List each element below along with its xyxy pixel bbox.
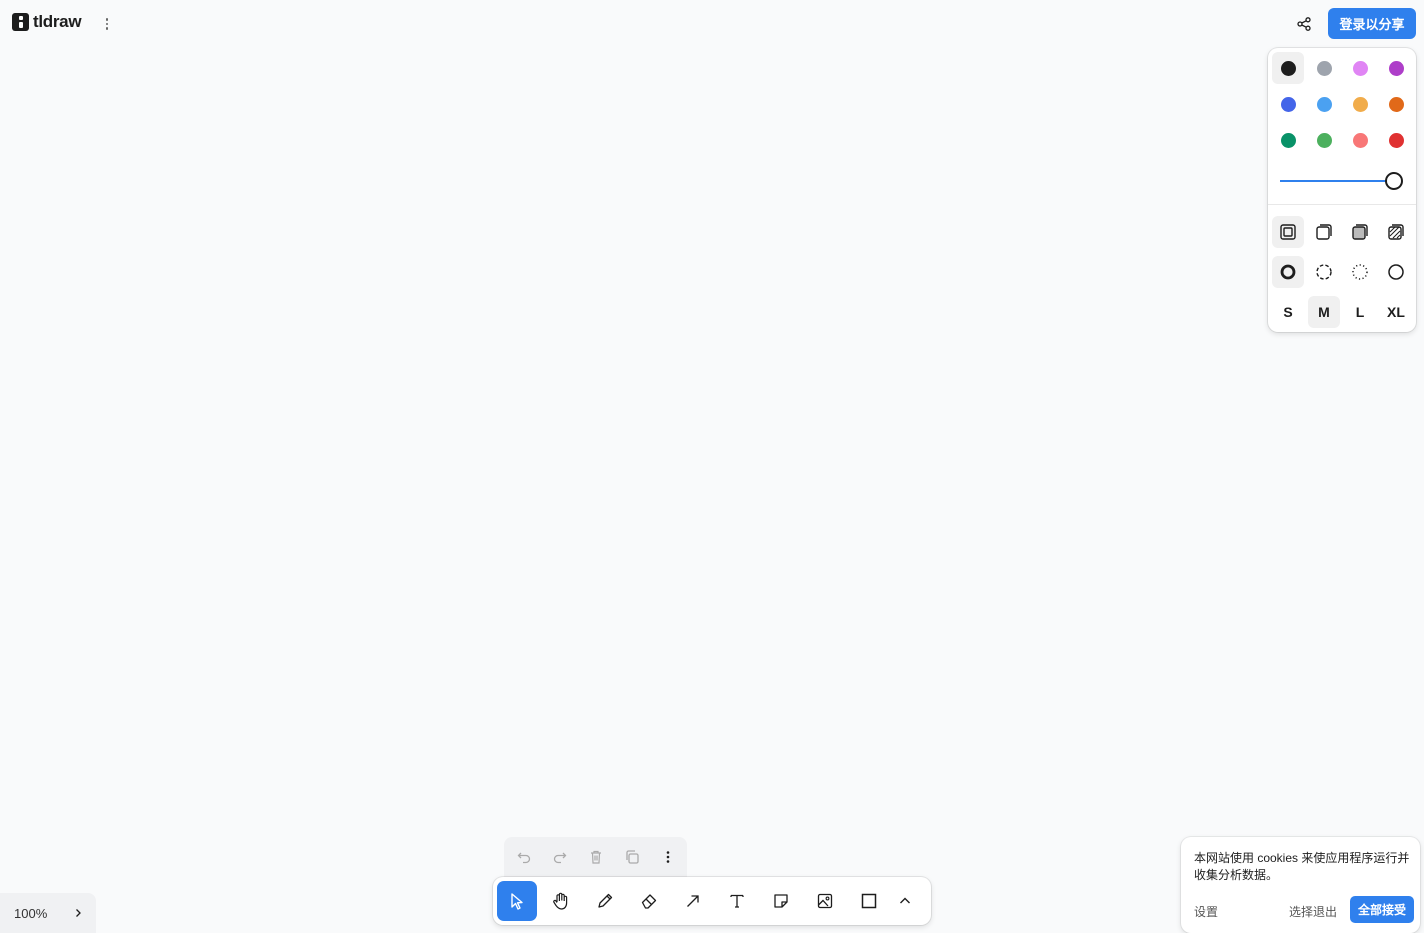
rectangle-icon (861, 893, 877, 909)
color-swatch-grey[interactable] (1308, 52, 1340, 84)
main-toolbar (493, 877, 931, 925)
opacity-slider-track[interactable] (1280, 180, 1392, 182)
color-swatch-red[interactable] (1380, 124, 1412, 156)
chevron-right-icon (76, 909, 81, 917)
color-dot (1388, 132, 1404, 148)
redo-button[interactable] (550, 847, 570, 867)
more-actions-button[interactable] (658, 847, 678, 867)
share-button[interactable] (1292, 12, 1316, 36)
color-dot (1280, 96, 1296, 112)
trash-icon (591, 850, 601, 864)
color-swatch-blue[interactable] (1272, 88, 1304, 120)
panel-divider (1268, 204, 1416, 205)
dash-draw-icon (1280, 264, 1296, 280)
color-swatch-black[interactable] (1272, 52, 1304, 84)
redo-icon (553, 852, 567, 864)
cookie-accept-all-button[interactable]: 全部接受 (1350, 896, 1414, 923)
undo-button[interactable] (514, 847, 534, 867)
dash-dotted-button[interactable] (1344, 256, 1376, 288)
tool-eraser[interactable] (629, 881, 669, 921)
delete-button[interactable] (586, 847, 606, 867)
tool-draw[interactable] (585, 881, 625, 921)
color-dot (1388, 60, 1404, 76)
color-dot (1280, 132, 1296, 148)
color-swatch-yellow[interactable] (1344, 88, 1376, 120)
cursor-icon (511, 893, 523, 910)
color-dot (1388, 96, 1404, 112)
quick-actions-bar (504, 837, 687, 877)
cookie-message: 本网站使用 cookies 来使应用程序运行并收集分析数据。 (1194, 851, 1410, 882)
arrow-icon (687, 895, 699, 907)
tool-asset[interactable] (805, 881, 845, 921)
fill-none-button[interactable] (1272, 216, 1304, 248)
fill-pattern-icon (1388, 224, 1404, 240)
zoom-level-button[interactable]: 100% (14, 906, 64, 921)
opacity-slider-thumb[interactable] (1385, 172, 1403, 190)
color-dot (1316, 132, 1332, 148)
text-icon (730, 894, 744, 908)
fill-semi-icon (1316, 224, 1332, 240)
fill-semi-button[interactable] (1308, 216, 1340, 248)
fill-none-icon (1280, 224, 1296, 240)
tool-text[interactable] (717, 881, 757, 921)
tool-arrow[interactable] (673, 881, 713, 921)
color-dot (1352, 96, 1368, 112)
color-swatch-green[interactable] (1272, 124, 1304, 156)
duplicate-button[interactable] (622, 847, 642, 867)
chevron-up-icon (900, 897, 910, 904)
fill-pattern-button[interactable] (1380, 216, 1412, 248)
color-swatch-orange[interactable] (1380, 88, 1412, 120)
login-to-share-button[interactable]: 登录以分享 (1328, 8, 1416, 39)
tool-rectangle[interactable] (849, 881, 889, 921)
fill-solid-icon (1352, 224, 1368, 240)
undo-icon (517, 852, 531, 864)
dash-dotted-icon (1352, 264, 1368, 280)
cookie-consent-dialog: 本网站使用 cookies 来使应用程序运行并收集分析数据。 设置 选择退出 全… (1181, 837, 1420, 933)
hand-icon (553, 892, 568, 910)
size-s-button[interactable]: S (1272, 296, 1304, 328)
color-dot (1352, 60, 1368, 76)
color-swatch-light-red[interactable] (1344, 124, 1376, 156)
dash-dashed-icon (1316, 264, 1332, 280)
tldraw-logo-icon (12, 13, 29, 31)
minimap-toggle-button[interactable] (70, 905, 86, 921)
color-dot (1316, 96, 1332, 112)
style-panel: S M L XL (1268, 48, 1416, 332)
cookie-opt-out-button[interactable]: 选择退出 (1289, 903, 1337, 920)
tool-select[interactable] (497, 881, 537, 921)
app-logo[interactable]: tldraw (12, 12, 82, 32)
navigation-panel: 100% (0, 893, 96, 933)
image-icon (817, 893, 833, 909)
color-swatch-light-blue[interactable] (1308, 88, 1340, 120)
size-l-button[interactable]: L (1344, 296, 1376, 328)
eraser-icon (641, 894, 657, 909)
dash-solid-icon (1388, 264, 1404, 280)
cookie-settings-button[interactable]: 设置 (1194, 903, 1218, 920)
sticky-note-icon (774, 894, 788, 908)
dash-solid-button[interactable] (1380, 256, 1412, 288)
color-dot (1280, 60, 1296, 76)
color-swatch-violet[interactable] (1380, 52, 1412, 84)
app-name: tldraw (33, 12, 82, 31)
dots-vertical-icon (666, 851, 670, 863)
share-icon (1297, 17, 1311, 31)
tool-more[interactable] (889, 881, 921, 921)
main-menu-button[interactable] (98, 14, 116, 34)
size-m-button[interactable]: M (1308, 296, 1340, 328)
dots-vertical-icon (105, 18, 109, 21)
color-dot (1316, 60, 1332, 76)
dash-draw-button[interactable] (1272, 256, 1304, 288)
tool-hand[interactable] (541, 881, 581, 921)
color-swatch-light-green[interactable] (1308, 124, 1340, 156)
size-xl-button[interactable]: XL (1380, 296, 1412, 328)
dash-dashed-button[interactable] (1308, 256, 1340, 288)
tool-note[interactable] (761, 881, 801, 921)
fill-solid-button[interactable] (1344, 216, 1376, 248)
duplicate-icon (626, 850, 639, 864)
pencil-icon (598, 893, 613, 908)
color-swatch-light-violet[interactable] (1344, 52, 1376, 84)
color-dot (1352, 132, 1368, 148)
